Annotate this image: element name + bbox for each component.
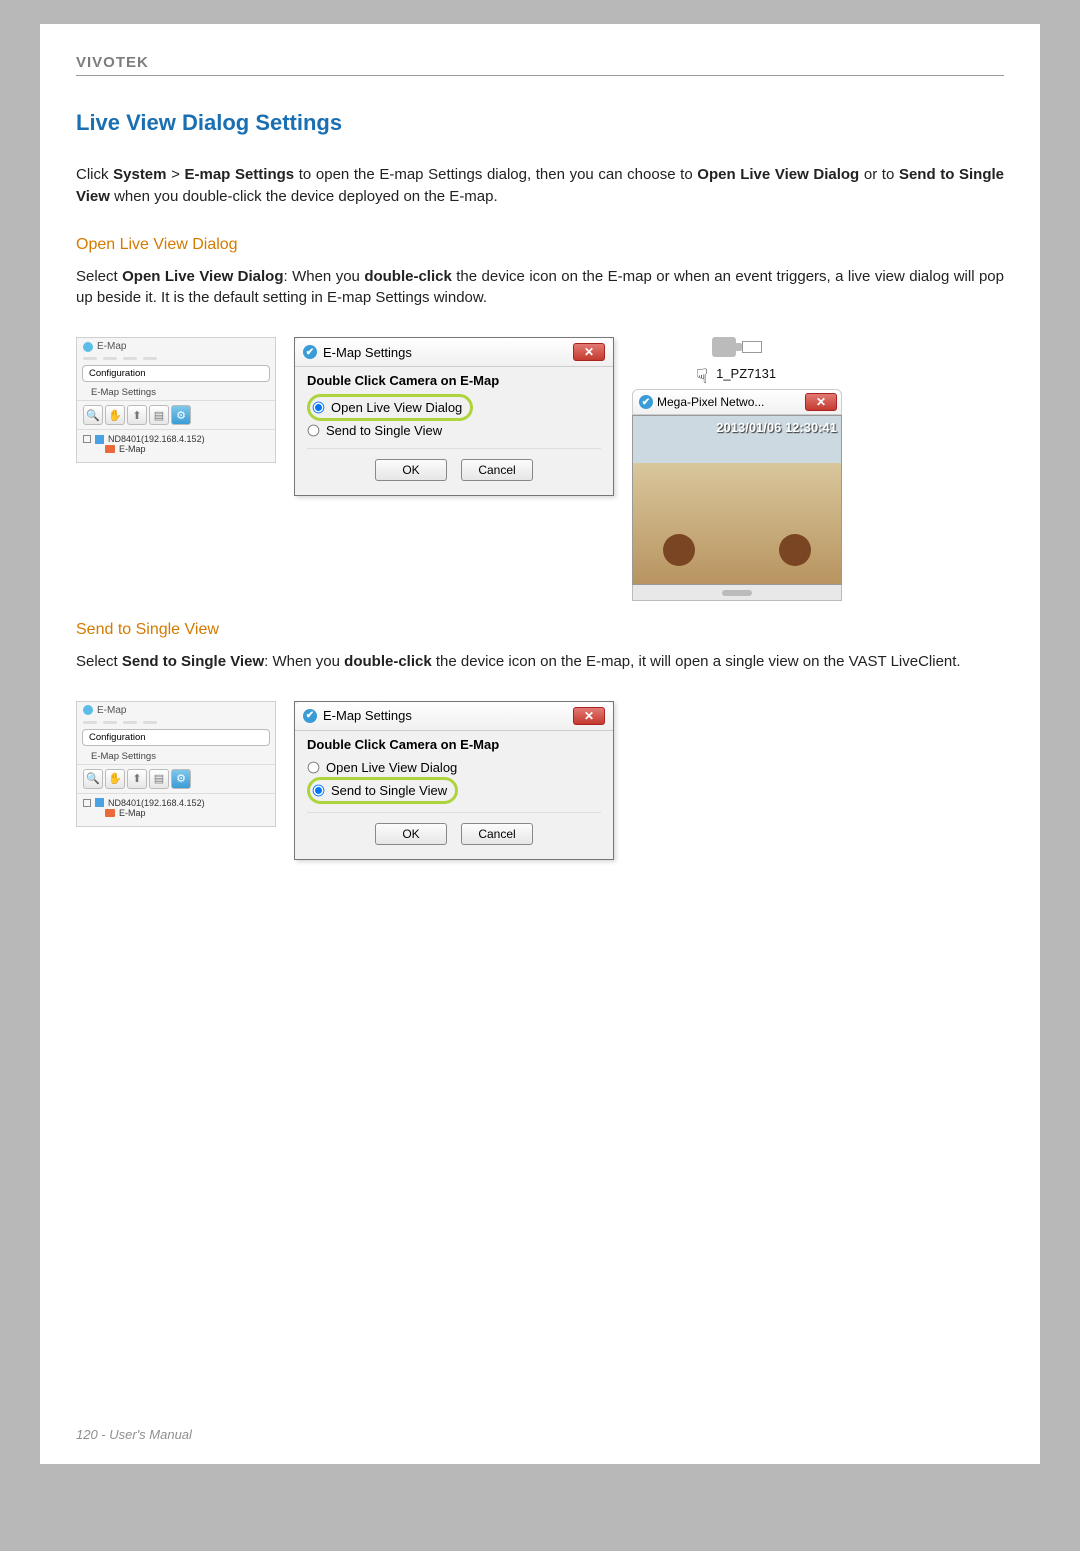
dialog-heading: Double Click Camera on E-Map [307,373,601,388]
tool-up-icon[interactable]: ⬆ [127,769,147,789]
tool-layer-icon[interactable]: ▤ [149,405,169,425]
preview-logo-icon: ✔ [639,395,653,409]
radio-send-single-view-2[interactable]: Send to Single View [312,781,447,800]
sidepanel-settings-item[interactable]: E-Map Settings [77,385,275,400]
radio-send-single-view-input[interactable] [308,425,320,437]
emap-side-panel: E-Map Configuration E-Map Settings 🔍 ✋ ⬆… [76,337,276,463]
tree-device-row[interactable]: ND8401(192.168.4.152) [83,434,269,444]
tool-layer-icon[interactable]: ▤ [149,769,169,789]
sidepanel-window-controls-2 [77,719,275,726]
radio-open-live-view[interactable]: Open Live View Dialog [312,398,462,417]
drag-handle-icon[interactable] [722,590,752,596]
close-icon[interactable]: ✕ [573,707,605,725]
figure-row-2: E-Map Configuration E-Map Settings 🔍 ✋ ⬆… [76,701,1004,860]
folder-icon [105,445,115,453]
tree-emap-row[interactable]: E-Map [83,444,269,454]
cursor-icon: ☟ [696,367,708,387]
camera-label: 1_PZ7131 [716,366,776,381]
radio-open-live-view-input-2[interactable] [308,761,320,773]
highlight-open-live-view: Open Live View Dialog [307,394,473,421]
emap-settings-dialog-2: ✔ E-Map Settings ✕ Double Click Camera on… [294,701,614,860]
ok-button[interactable]: OK [375,459,447,481]
sidepanel-title: E-Map [77,338,275,355]
sidepanel-tree: ND8401(192.168.4.152) E-Map [77,430,275,462]
sidepanel-toolbar: 🔍 ✋ ⬆ ▤ ⚙ [77,400,275,430]
brand-label: VIVOTEK [76,54,1004,71]
figure-row-1: E-Map Configuration E-Map Settings 🔍 ✋ ⬆… [76,337,1004,601]
dialog-title: E-Map Settings [323,345,412,360]
sidepanel-config-button-2[interactable]: Configuration [82,729,270,746]
section2-text: Select Send to Single View: When you dou… [76,651,1004,673]
preview-close-icon[interactable]: ✕ [805,393,837,411]
tool-zoom-icon[interactable]: 🔍 [83,769,103,789]
preview-control-bar[interactable] [632,585,842,601]
radio-open-live-view-input[interactable] [313,402,325,414]
section1-title: Open Live View Dialog [76,236,1004,254]
tool-hand-icon[interactable]: ✋ [105,769,125,789]
radio-send-single-view[interactable]: Send to Single View [307,421,601,440]
tree-emap-row[interactable]: E-Map [83,808,269,818]
section2-title: Send to Single View [76,621,1004,639]
tool-hand-icon[interactable]: ✋ [105,405,125,425]
highlight-send-single-view: Send to Single View [307,777,458,804]
dialog-titlebar: ✔ E-Map Settings ✕ [295,338,613,367]
sidepanel-config-button[interactable]: Configuration [82,365,270,382]
radio-open-live-view-2[interactable]: Open Live View Dialog [307,758,601,777]
ok-button-2[interactable]: OK [375,823,447,845]
header-rule [76,75,1004,76]
tree-device-row[interactable]: ND8401(192.168.4.152) [83,798,269,808]
camera-rect-icon [742,341,762,353]
dialog-titlebar-2: ✔ E-Map Settings ✕ [295,702,613,731]
dialog-title-2: E-Map Settings [323,708,412,723]
cancel-button-2[interactable]: Cancel [461,823,533,845]
tool-settings-icon[interactable]: ⚙ [171,769,191,789]
dialog-logo-icon: ✔ [303,345,317,359]
close-icon[interactable]: ✕ [573,343,605,361]
emap-settings-dialog-1: ✔ E-Map Settings ✕ Double Click Camera on… [294,337,614,496]
logo-dot-icon [83,342,93,352]
dialog-heading-2: Double Click Camera on E-Map [307,737,601,752]
intro-paragraph: Click System > E-map Settings to open th… [76,164,1004,208]
preview-title: Mega-Pixel Netwo... [657,395,764,409]
device-icon [95,435,104,444]
sidepanel-settings-item-2[interactable]: E-Map Settings [77,749,275,764]
sidepanel-title-2: E-Map [77,702,275,719]
preview-timestamp: 2013/01/06 12:30:41 [716,420,837,435]
page-footer: 120 - User's Manual [76,1427,192,1442]
sidepanel-tree-2: ND8401(192.168.4.152) E-Map [77,794,275,826]
dialog-logo-icon: ✔ [303,709,317,723]
camera-icon [712,337,736,357]
preview-titlebar: ✔ Mega-Pixel Netwo... ✕ [632,389,842,415]
logo-dot-icon [83,705,93,715]
camera-row [712,337,762,357]
device-icon [95,798,104,807]
camera-label-row: ☟ 1_PZ7131 [698,363,776,383]
radio-send-single-view-input-2[interactable] [313,784,325,796]
tool-zoom-icon[interactable]: 🔍 [83,405,103,425]
preview-video: 2013/01/06 12:30:41 [632,415,842,585]
sidepanel-toolbar-2: 🔍 ✋ ⬆ ▤ ⚙ [77,764,275,794]
sidepanel-window-controls [77,355,275,362]
cancel-button[interactable]: Cancel [461,459,533,481]
folder-icon [105,809,115,817]
tool-settings-icon[interactable]: ⚙ [171,405,191,425]
emap-side-panel-2: E-Map Configuration E-Map Settings 🔍 ✋ ⬆… [76,701,276,827]
section1-text: Select Open Live View Dialog: When you d… [76,266,1004,310]
tool-up-icon[interactable]: ⬆ [127,405,147,425]
page-title: Live View Dialog Settings [76,110,1004,136]
live-preview-block: ☟ 1_PZ7131 ✔ Mega-Pixel Netwo... ✕ 2013/0… [632,337,842,601]
